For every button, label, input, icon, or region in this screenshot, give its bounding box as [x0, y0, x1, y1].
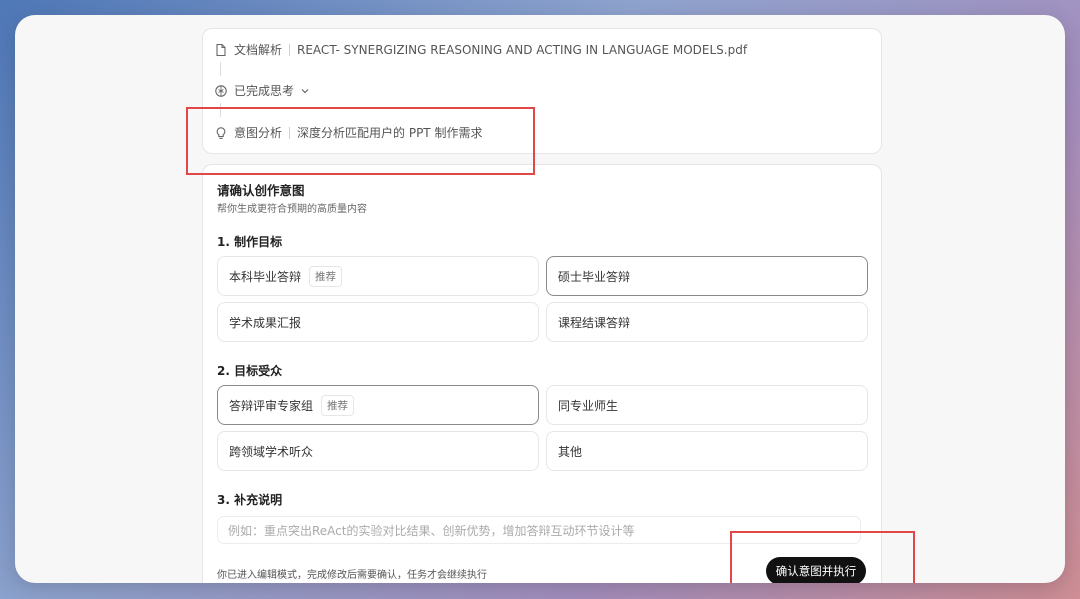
section-title-audience: 2. 目标受众 [217, 364, 283, 378]
brain-icon [214, 84, 228, 98]
recommend-badge: 推荐 [321, 394, 355, 416]
form-title: 请确认创作意图 [217, 183, 305, 198]
thinking-label: 已完成思考 [234, 84, 295, 98]
option-goal-3[interactable]: 学术成果汇报 [217, 302, 539, 342]
document-icon [214, 43, 228, 57]
doc-parse-row: 文档解析 REACT- SYNERGIZING REASONING AND AC… [214, 41, 747, 58]
option-label: 硕士毕业答辩 [558, 269, 631, 284]
annotation-box-intent [186, 107, 535, 175]
app-window: 文档解析 REACT- SYNERGIZING REASONING AND AC… [15, 15, 1065, 583]
intent-confirm-card: 请确认创作意图 帮你生成更符合预期的高质量内容 1. 制作目标 本科毕业答辩 推… [202, 164, 882, 583]
option-label: 本科毕业答辩 [229, 269, 302, 284]
option-audience-4[interactable]: 其他 [546, 431, 868, 471]
section-title-supplement: 3. 补充说明 [217, 493, 283, 507]
option-label: 答辩评审专家组 [229, 398, 314, 413]
recommend-badge: 推荐 [309, 265, 343, 287]
option-label: 跨领域学术听众 [229, 444, 314, 459]
option-label: 课程结课答辩 [558, 315, 631, 330]
option-label: 同专业师生 [558, 398, 619, 413]
option-goal-4[interactable]: 课程结课答辩 [546, 302, 868, 342]
option-goal-2[interactable]: 硕士毕业答辩 [546, 256, 868, 296]
divider [289, 43, 291, 56]
doc-filename[interactable]: REACT- SYNERGIZING REASONING AND ACTING … [297, 43, 747, 57]
section-title-goal: 1. 制作目标 [217, 235, 283, 249]
thinking-toggle[interactable]: 已完成思考 [214, 82, 310, 99]
option-audience-2[interactable]: 同专业师生 [546, 385, 868, 425]
option-label: 其他 [558, 444, 583, 459]
option-label: 学术成果汇报 [229, 315, 302, 330]
doc-parse-label: 文档解析 [234, 43, 283, 57]
edit-mode-hint: 你已进入编辑模式，完成修改后需要确认，任务才会继续执行 [217, 570, 487, 581]
timeline-connector [220, 62, 221, 76]
option-audience-3[interactable]: 跨领域学术听众 [217, 431, 539, 471]
option-audience-1[interactable]: 答辩评审专家组 推荐 [217, 385, 539, 425]
supplement-placeholder: 例如：重点突出ReAct的实验对比结果、创新优势，增加答辩互动环节设计等 [228, 523, 635, 538]
chevron-down-icon [300, 86, 310, 96]
option-goal-1[interactable]: 本科毕业答辩 推荐 [217, 256, 539, 296]
annotation-box-confirm [730, 531, 915, 583]
form-subtitle: 帮你生成更符合预期的高质量内容 [217, 204, 367, 215]
